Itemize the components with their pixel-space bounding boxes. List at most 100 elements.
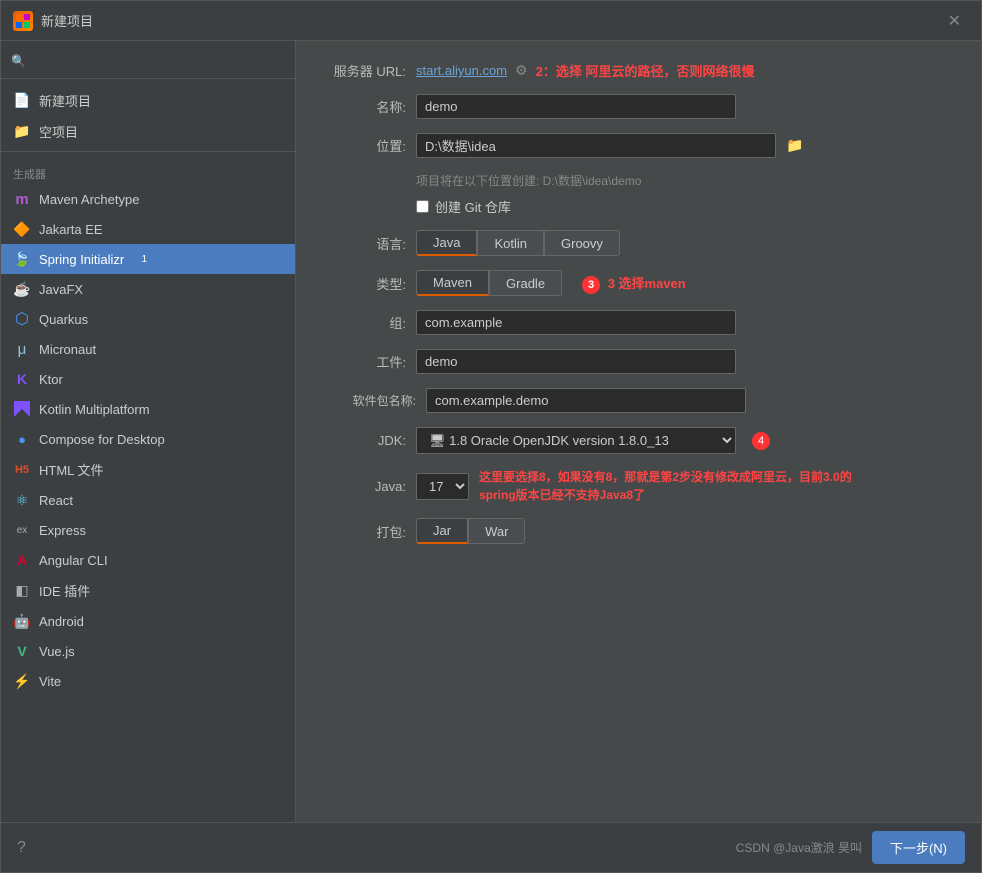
html-icon: H5: [13, 461, 31, 479]
package-row: 软件包名称:: [326, 388, 951, 413]
sidebar-item-label: HTML 文件: [39, 460, 104, 479]
name-row: 名称:: [326, 94, 951, 119]
sidebar-item-jakarta-ee[interactable]: 🔶 Jakarta EE: [1, 214, 295, 244]
type-maven-btn[interactable]: Maven: [416, 270, 489, 296]
sidebar-item-label: Quarkus: [39, 312, 88, 327]
artifact-input[interactable]: [416, 349, 736, 374]
artifact-label: 工件:: [326, 352, 406, 371]
compose-icon: ●: [13, 430, 31, 448]
language-kotlin-btn[interactable]: Kotlin: [477, 230, 544, 256]
sidebar-item-express[interactable]: ex Express: [1, 515, 295, 545]
gear-icon[interactable]: ⚙: [515, 62, 528, 79]
main-content: 🔍 📄 新建项目 📁 空项目 生成器 m Maven Archetype �: [1, 41, 981, 822]
android-icon: 🤖: [13, 612, 31, 630]
language-label: 语言:: [326, 234, 406, 253]
sidebar-item-angular-cli[interactable]: A Angular CLI: [1, 545, 295, 575]
server-url-content: start.aliyun.com ⚙ 2：选择 阿里云的路径，否则网络很慢: [416, 61, 754, 80]
package-war-btn[interactable]: War: [468, 518, 525, 544]
sidebar-item-label: Vue.js: [39, 644, 75, 659]
sidebar-item-micronaut[interactable]: μ Micronaut: [1, 334, 295, 364]
vue-icon: V: [13, 642, 31, 660]
git-checkbox-row: 创建 Git 仓库: [416, 197, 951, 216]
vite-icon: ⚡: [13, 672, 31, 690]
language-btn-group: Java Kotlin Groovy: [416, 230, 620, 256]
java-label: Java:: [326, 479, 406, 494]
help-button[interactable]: ?: [17, 839, 26, 857]
app-icon: [13, 11, 33, 31]
sidebar-item-ide-plugin[interactable]: ◧ IDE 插件: [1, 575, 295, 606]
sidebar-item-label: Express: [39, 523, 86, 538]
jdk-row: JDK: 🖥 1.8 Oracle OpenJDK version 1.8.0_…: [326, 427, 951, 454]
sidebar-item-label: Maven Archetype: [39, 192, 139, 207]
ktor-icon: K: [13, 370, 31, 388]
sidebar-item-spring-initializr[interactable]: 🍃 Spring Initializr 1: [1, 244, 295, 274]
express-icon: ex: [13, 521, 31, 539]
jdk-label: JDK:: [326, 433, 406, 448]
location-hint: 项目将在以下位置创建: D:\数据\idea\demo: [416, 172, 951, 189]
group-input[interactable]: [416, 310, 736, 335]
sidebar-item-label: 空项目: [39, 122, 78, 141]
sidebar-item-label: Compose for Desktop: [39, 432, 165, 447]
sidebar-item-new-project[interactable]: 📄 新建项目: [1, 85, 295, 116]
angular-icon: A: [13, 551, 31, 569]
location-label: 位置:: [326, 136, 406, 155]
close-button[interactable]: ✕: [940, 7, 969, 35]
jdk-select[interactable]: 🖥 1.8 Oracle OpenJDK version 1.8.0_13: [416, 427, 736, 454]
search-icon: 🔍: [11, 54, 26, 68]
sidebar-item-html-file[interactable]: H5 HTML 文件: [1, 454, 295, 485]
sidebar-item-javafx[interactable]: ☕ JavaFX: [1, 274, 295, 304]
java-annotation: 这里要选择8，如果没有8，那就是第2步没有修改成阿里云，目前3.0的spring…: [479, 468, 879, 504]
jdk-badge-4: 4: [752, 432, 770, 450]
sidebar-item-ktor[interactable]: K Ktor: [1, 364, 295, 394]
location-input[interactable]: [416, 133, 776, 158]
sidebar-item-label: React: [39, 493, 73, 508]
name-input[interactable]: [416, 94, 736, 119]
git-checkbox-label: 创建 Git 仓库: [435, 197, 511, 216]
sidebar-item-kotlin-multiplatform[interactable]: Kotlin Multiplatform: [1, 394, 295, 424]
sidebar-item-maven-archetype[interactable]: m Maven Archetype: [1, 184, 295, 214]
sidebar-item-label: Ktor: [39, 372, 63, 387]
new-project-icon: 📄: [13, 92, 31, 110]
next-button[interactable]: 下一步(N): [872, 831, 965, 864]
sidebar-item-empty-project[interactable]: 📁 空项目: [1, 116, 295, 147]
package-label: 软件包名称:: [326, 392, 416, 409]
new-project-dialog: 新建项目 ✕ 🔍 📄 新建项目 📁 空项目 生成器 m: [0, 0, 982, 873]
git-checkbox[interactable]: [416, 200, 429, 213]
sidebar-item-label: JavaFX: [39, 282, 83, 297]
type-gradle-btn[interactable]: Gradle: [489, 270, 562, 296]
search-bar: 🔍: [1, 49, 295, 79]
sidebar: 🔍 📄 新建项目 📁 空项目 生成器 m Maven Archetype �: [1, 41, 296, 822]
server-url-value[interactable]: start.aliyun.com: [416, 63, 507, 78]
sidebar-item-label: Micronaut: [39, 342, 96, 357]
java-row: Java: 17 11 8 这里要选择8，如果没有8，那就是第2步没有修改成阿里…: [326, 468, 951, 504]
package-jar-btn[interactable]: Jar: [416, 518, 468, 544]
sidebar-item-label: 新建项目: [39, 91, 91, 110]
language-row: 语言: Java Kotlin Groovy: [326, 230, 951, 256]
dialog-title: 新建项目: [41, 11, 93, 30]
sidebar-item-quarkus[interactable]: ⬡ Quarkus: [1, 304, 295, 334]
language-groovy-btn[interactable]: Groovy: [544, 230, 620, 256]
language-java-btn[interactable]: Java: [416, 230, 477, 256]
sidebar-item-compose-desktop[interactable]: ● Compose for Desktop: [1, 424, 295, 454]
title-bar: 新建项目 ✕: [1, 1, 981, 41]
group-row: 组:: [326, 310, 951, 335]
sidebar-item-react[interactable]: ⚛ React: [1, 485, 295, 515]
sidebar-item-label: Jakarta EE: [39, 222, 103, 237]
ide-plugin-icon: ◧: [13, 582, 31, 600]
sidebar-item-vite[interactable]: ⚡ Vite: [1, 666, 295, 696]
sidebar-item-android[interactable]: 🤖 Android: [1, 606, 295, 636]
type-label: 类型:: [326, 274, 406, 293]
server-url-label: 服务器 URL:: [326, 61, 406, 80]
sidebar-item-label: Android: [39, 614, 84, 629]
type-annotation: 3 3 选择maven: [582, 273, 686, 294]
folder-icon[interactable]: 📁: [786, 137, 803, 154]
package-input[interactable]: [426, 388, 746, 413]
java-select[interactable]: 17 11 8: [416, 473, 469, 500]
type-btn-group: Maven Gradle: [416, 270, 562, 296]
server-url-row: 服务器 URL: start.aliyun.com ⚙ 2：选择 阿里云的路径，…: [326, 61, 951, 80]
sidebar-item-vuejs[interactable]: V Vue.js: [1, 636, 295, 666]
search-input[interactable]: [32, 53, 285, 68]
javafx-icon: ☕: [13, 280, 31, 298]
kotlin-mp-icon: [13, 400, 31, 418]
generators-section-label: 生成器: [1, 160, 295, 184]
